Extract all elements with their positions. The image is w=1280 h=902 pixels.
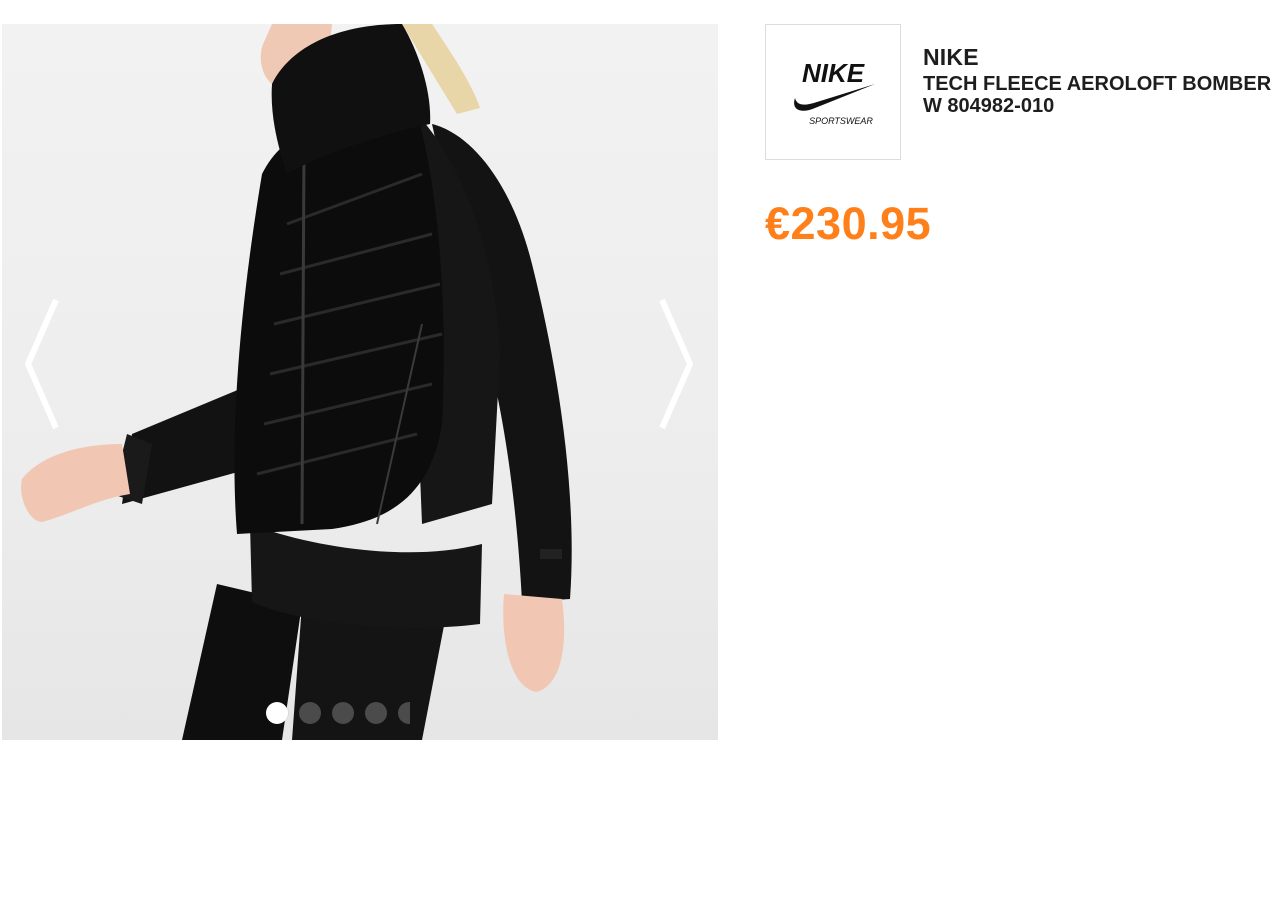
- brand-logo: NIKE SPORTSWEAR: [765, 24, 901, 160]
- product-image-carousel[interactable]: [2, 24, 718, 740]
- product-brand: NIKE: [923, 44, 979, 70]
- next-image-button[interactable]: [654, 296, 698, 432]
- chevron-right-icon: [659, 298, 693, 430]
- nike-swoosh-icon: NIKE SPORTSWEAR: [794, 58, 875, 126]
- carousel-dot[interactable]: [398, 702, 410, 724]
- carousel-dot[interactable]: [266, 702, 288, 724]
- product-image: [21, 24, 572, 740]
- chevron-left-icon: [25, 298, 59, 430]
- logo-subtitle: SPORTSWEAR: [809, 116, 873, 126]
- product-title: TECH FLEECE AEROLOFT BOMBER W 804982-010: [923, 73, 1272, 117]
- previous-image-button[interactable]: [20, 296, 64, 432]
- carousel-dot[interactable]: [299, 702, 321, 724]
- product-price: €230.95: [765, 198, 932, 249]
- carousel-dot[interactable]: [365, 702, 387, 724]
- logo-wordmark: NIKE: [802, 58, 865, 88]
- carousel-dot[interactable]: [332, 702, 354, 724]
- carousel-dots: [266, 702, 410, 724]
